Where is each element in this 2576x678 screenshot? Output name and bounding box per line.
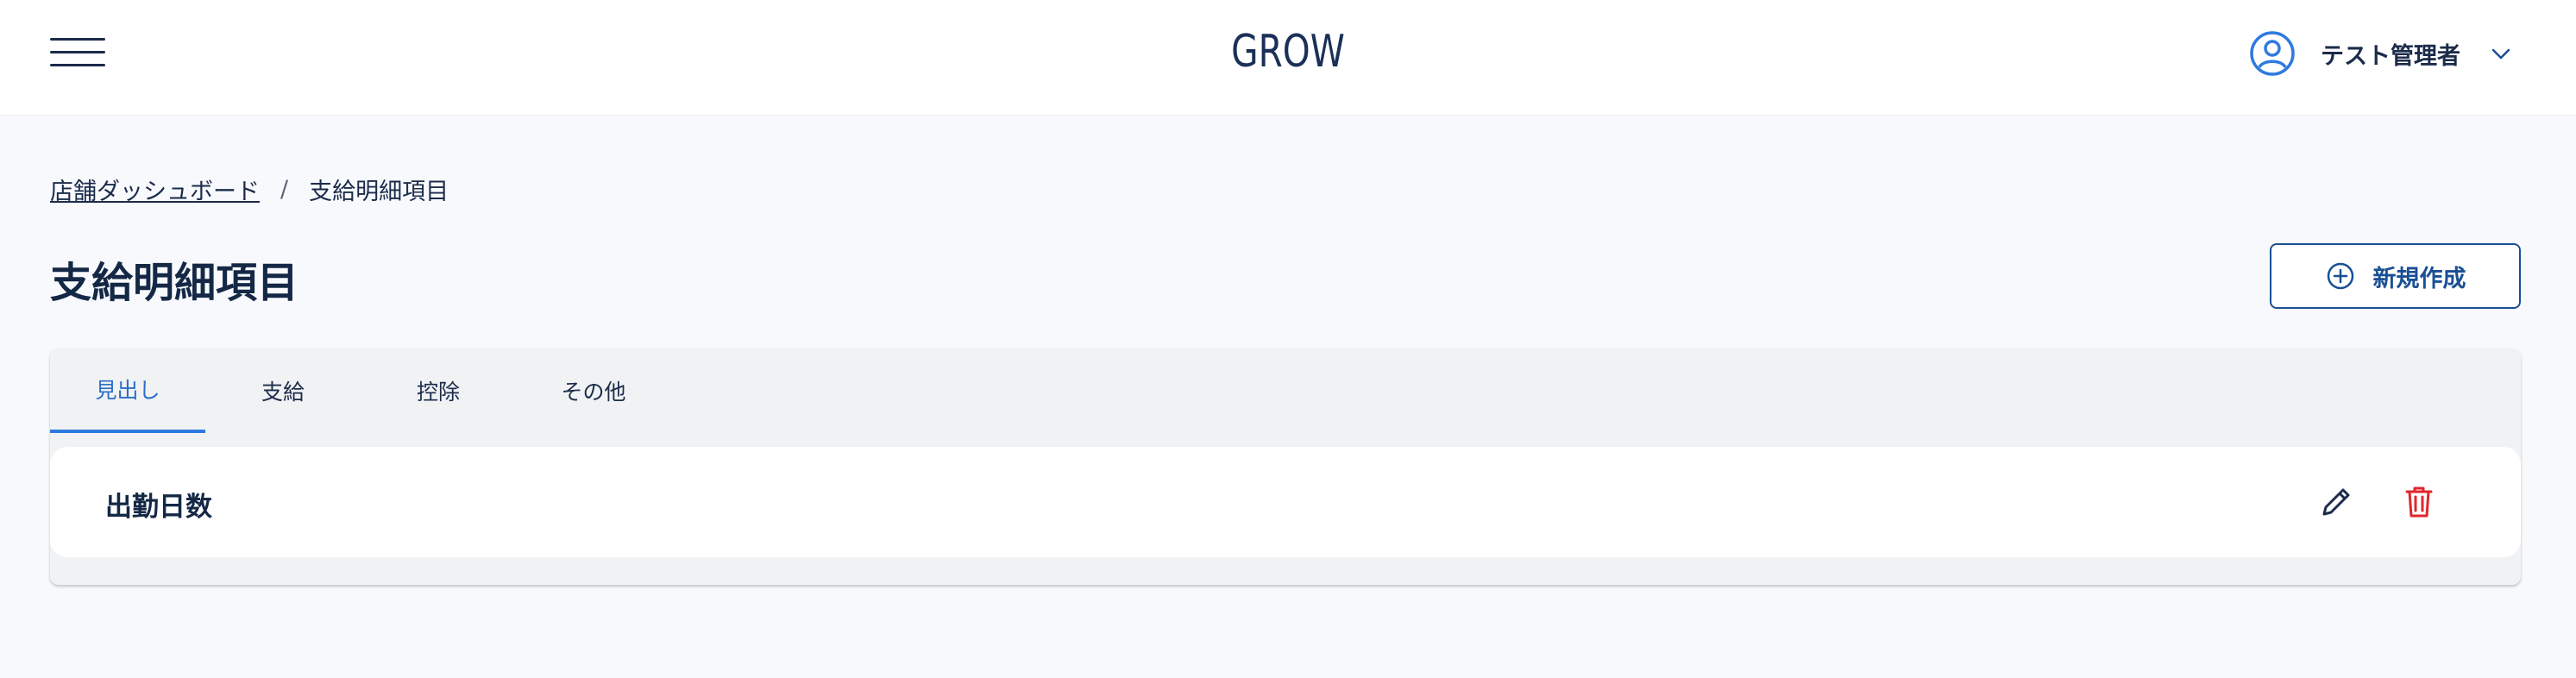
tab-bar: 見出し 支給 控除 その他 — [50, 348, 671, 433]
pencil-icon — [2322, 488, 2350, 516]
trash-icon — [2405, 487, 2433, 518]
delete-button[interactable] — [2398, 481, 2440, 523]
page-title: 支給明細項目 — [50, 259, 299, 307]
list-item: 出勤日数 — [50, 447, 2521, 557]
breadcrumb-current: 支給明細項目 — [309, 179, 449, 205]
plus-circle-icon — [2327, 262, 2353, 290]
breadcrumb-separator: / — [280, 176, 289, 203]
tab-payments[interactable]: 支給 — [205, 348, 361, 433]
breadcrumb-link-store-dashboard[interactable]: 店舗ダッシュボード — [50, 173, 260, 206]
tab-others[interactable]: その他 — [516, 348, 671, 433]
new-create-button-label: 新規作成 — [2372, 265, 2466, 292]
app-header: GROW テスト管理者 — [0, 0, 2576, 116]
new-create-button[interactable]: 新規作成 — [2270, 243, 2521, 309]
tab-headings[interactable]: 見出し — [50, 348, 205, 433]
user-menu[interactable]: テスト管理者 — [2248, 29, 2512, 78]
user-name: テスト管理者 — [2321, 42, 2460, 70]
brand-logo[interactable]: GROW — [283, 26, 2292, 78]
user-circle-icon — [2250, 31, 2295, 76]
edit-button[interactable] — [2315, 481, 2357, 523]
tab-deductions[interactable]: 控除 — [361, 348, 516, 433]
chevron-down-icon[interactable] — [2490, 42, 2512, 65]
hamburger-menu-icon[interactable] — [50, 35, 105, 69]
item-name: 出勤日数 — [105, 492, 212, 523]
items-card: 見出し 支給 控除 その他 出勤日数 — [50, 348, 2521, 585]
breadcrumb: 店舗ダッシュボード / 支給明細項目 — [50, 173, 449, 206]
